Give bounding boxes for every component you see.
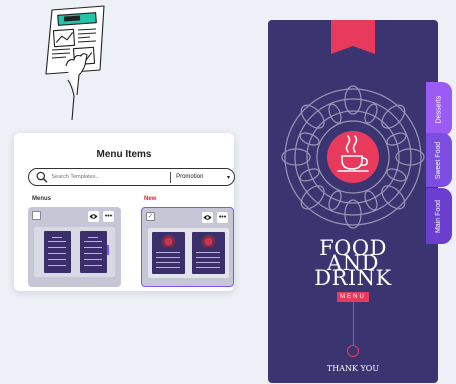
search-bar[interactable]: Promotion ▾ bbox=[28, 168, 235, 186]
poster-footer: THANK YOU bbox=[326, 364, 380, 373]
eye-icon bbox=[203, 215, 212, 220]
section-label-menus: Menus bbox=[32, 196, 52, 202]
eye-icon bbox=[89, 214, 98, 219]
menu-page-thumbnail bbox=[80, 231, 109, 273]
select-checkbox[interactable]: ✓ bbox=[146, 212, 155, 221]
tab-label: Desserts bbox=[435, 95, 443, 123]
more-options-button[interactable]: ••• bbox=[217, 212, 228, 223]
menu-page-thumbnail bbox=[152, 232, 185, 274]
decorative-ring bbox=[347, 345, 359, 357]
menu-page-thumbnail bbox=[44, 231, 71, 273]
menu-items-panel: Menu Items Promotion ▾ Menus New ••• bbox=[14, 133, 235, 291]
search-icon bbox=[36, 171, 48, 183]
tab-sweet-food[interactable]: Sweet Food bbox=[426, 133, 452, 187]
mandala-ornament bbox=[281, 85, 425, 229]
tab-main-food[interactable]: Main Food bbox=[426, 188, 452, 244]
decorative-line bbox=[352, 302, 354, 346]
template-thumbnail bbox=[148, 228, 229, 278]
search-divider bbox=[170, 171, 172, 183]
template-category-select[interactable]: Promotion ▾ bbox=[176, 170, 234, 184]
tab-label: Sweet Food bbox=[435, 141, 443, 179]
chevron-down-icon: ▾ bbox=[226, 174, 230, 181]
menu-page-thumbnail bbox=[192, 232, 225, 274]
select-value: Promotion bbox=[176, 174, 204, 180]
hand-paper-illustration bbox=[45, 5, 105, 121]
more-options-button[interactable]: ••• bbox=[103, 211, 114, 222]
menu-poster: FOOD AND DRINK MENU THANK YOU bbox=[268, 20, 438, 383]
search-input[interactable] bbox=[51, 174, 149, 180]
template-card-new[interactable]: ✓ ••• bbox=[141, 207, 234, 287]
ribbon-bookmark bbox=[331, 20, 375, 54]
select-checkbox[interactable] bbox=[32, 211, 41, 220]
template-card-menus[interactable]: ••• bbox=[28, 207, 121, 287]
preview-button[interactable] bbox=[88, 211, 99, 222]
preview-button[interactable] bbox=[202, 212, 213, 223]
tab-label: Main Food bbox=[435, 199, 443, 233]
poster-headline-line: DRINK bbox=[314, 266, 392, 290]
template-thumbnail bbox=[34, 227, 115, 277]
section-label-new: New bbox=[144, 196, 157, 202]
tab-desserts[interactable]: Desserts bbox=[426, 82, 452, 136]
menu-badge: MENU bbox=[337, 292, 369, 302]
panel-title: Menu Items bbox=[96, 149, 152, 160]
